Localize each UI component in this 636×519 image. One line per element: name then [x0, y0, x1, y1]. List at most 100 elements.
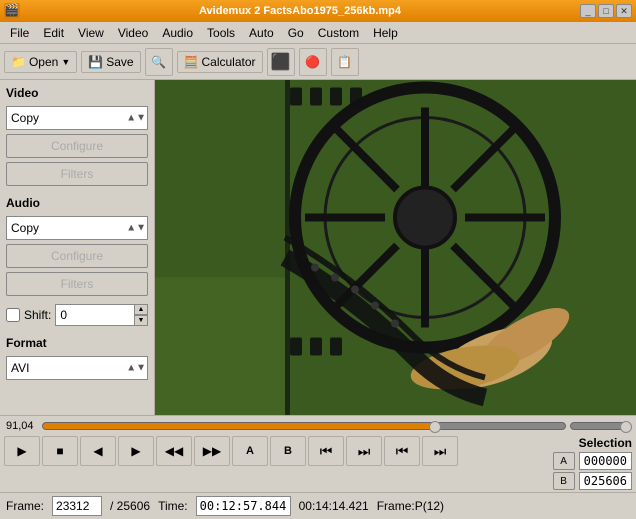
menu-tools[interactable]: Tools — [201, 24, 241, 42]
audio-filters-button[interactable]: Filters — [6, 272, 148, 296]
audio-section-label: Audio — [6, 196, 148, 210]
time-label: Time: — [158, 499, 188, 513]
zoom-icon: 🔍 — [151, 55, 166, 69]
menu-audio[interactable]: Audio — [156, 24, 199, 42]
video-codec-wrapper: Copy ▲▼ — [6, 106, 148, 130]
color-icon: 🔴 — [305, 55, 320, 69]
open-label: Open — [29, 55, 58, 69]
close-button[interactable]: ✕ — [616, 4, 632, 18]
toolbar: 📁 Open ▼ 💾 Save 🔍 🧮 Calculator ⬛ 🔴 📋 — [0, 44, 636, 80]
forward-button[interactable]: ▶▶ — [194, 436, 230, 466]
maximize-button[interactable]: □ — [598, 4, 614, 18]
audio-codec-wrapper: Copy ▲▼ — [6, 216, 148, 240]
menu-view[interactable]: View — [72, 24, 110, 42]
frame-input[interactable] — [52, 496, 102, 516]
folder-icon: 📁 — [11, 55, 26, 69]
menu-file[interactable]: File — [4, 24, 35, 42]
shift-spinner-buttons: ▲ ▼ — [134, 304, 148, 326]
menu-auto[interactable]: Auto — [243, 24, 280, 42]
selection-a-row: A 000000 — [553, 452, 632, 470]
stop-button[interactable]: ■ — [42, 436, 78, 466]
calculator-icon: 🧮 — [184, 55, 199, 69]
audio-configure-button[interactable]: Configure — [6, 244, 148, 268]
main-row: Video Copy ▲▼ Configure Filters Audio Co… — [0, 80, 636, 415]
seekbar-thumb[interactable] — [429, 421, 441, 433]
frame-label: Frame: — [6, 499, 44, 513]
minimize-button[interactable]: _ — [580, 4, 596, 18]
seekbar-track[interactable] — [42, 422, 566, 430]
current-time-input[interactable] — [196, 496, 291, 516]
window-controls: _ □ ✕ — [580, 4, 632, 18]
content-area: Video Copy ▲▼ Configure Filters Audio Co… — [0, 80, 636, 519]
calculator-label: Calculator — [202, 55, 256, 69]
display-button[interactable]: ⬛ — [267, 48, 295, 76]
playback-controls: ▶ ■ ◀ ▶ ◀◀ ▶▶ A B ⏮ ⏭ ⏮ ⏭ — [4, 436, 553, 466]
menu-video[interactable]: Video — [112, 24, 154, 42]
save-button[interactable]: 💾 Save — [81, 51, 140, 73]
menu-help[interactable]: Help — [367, 24, 404, 42]
prev-frame-button[interactable]: ◀ — [80, 436, 116, 466]
next-keyframe-button[interactable]: ⏭ — [422, 436, 458, 466]
format-section-label: Format — [6, 336, 148, 350]
selection-b-button[interactable]: B — [553, 472, 575, 490]
next-frame-button[interactable]: ▶ — [118, 436, 154, 466]
audio-codec-select[interactable]: Copy — [6, 216, 148, 240]
shift-checkbox[interactable] — [6, 308, 20, 322]
selection-b-row: B 025606 — [553, 472, 632, 490]
selection-title: Selection — [579, 436, 632, 450]
end-time: 00:14:14.421 — [299, 499, 369, 513]
save-icon: 💾 — [88, 55, 103, 69]
format-select[interactable]: AVI MP4 MKV — [6, 356, 148, 380]
selection-panel: Selection A 000000 B 025606 — [553, 436, 632, 490]
color-button[interactable]: 🔴 — [299, 48, 327, 76]
display-icon: ⬛ — [271, 52, 291, 72]
video-filters-button[interactable]: Filters — [6, 162, 148, 186]
video-codec-select[interactable]: Copy — [6, 106, 148, 130]
frame-type: Frame:P(12) — [377, 499, 444, 513]
mark-b-button[interactable]: B — [270, 436, 306, 466]
shift-spinner: 0 ▲ ▼ — [55, 304, 148, 326]
prev-keyframe-button[interactable]: ⏮ — [384, 436, 420, 466]
left-panel: Video Copy ▲▼ Configure Filters Audio Co… — [0, 80, 155, 415]
seekbar-row: 91,04 — [0, 416, 636, 434]
calculator-button[interactable]: 🧮 Calculator — [177, 51, 263, 73]
menu-edit[interactable]: Edit — [37, 24, 70, 42]
video-configure-button[interactable]: Configure — [6, 134, 148, 158]
video-section-label: Video — [6, 86, 148, 100]
menu-go[interactable]: Go — [282, 24, 310, 42]
zoom-button[interactable]: 🔍 — [145, 48, 173, 76]
selection-b-value: 025606 — [579, 472, 632, 490]
shift-row: Shift: 0 ▲ ▼ — [6, 304, 148, 326]
selection-a-value: 000000 — [579, 452, 632, 470]
titlebar: 🎬 Avidemux 2 FactsAbo1975_256kb.mp4 _ □ … — [0, 0, 636, 22]
bottom-controls: 91,04 ▶ ■ ◀ ▶ ◀◀ ▶▶ A — [0, 415, 636, 519]
play-button[interactable]: ▶ — [4, 436, 40, 466]
app-window: 🎬 Avidemux 2 FactsAbo1975_256kb.mp4 _ □ … — [0, 0, 636, 519]
app-icon: 🎬 — [4, 3, 20, 19]
open-dropdown-icon: ▼ — [61, 57, 70, 67]
format-wrapper: AVI MP4 MKV ▲▼ — [6, 356, 148, 380]
shift-label: Shift: — [24, 308, 51, 322]
extra-button[interactable]: 📋 — [331, 48, 359, 76]
seekbar-mini-track[interactable] — [570, 422, 630, 430]
video-preview — [155, 80, 636, 415]
go-end-button[interactable]: ⏭ — [346, 436, 382, 466]
save-label: Save — [106, 55, 133, 69]
total-frames: / 25606 — [110, 499, 150, 513]
video-frame-svg — [155, 80, 636, 415]
window-title: Avidemux 2 FactsAbo1975_256kb.mp4 — [20, 5, 580, 17]
seekbar-position-label: 91,04 — [6, 420, 38, 432]
statusbar: Frame: / 25606 Time: 00:14:14.421 Frame:… — [0, 492, 636, 519]
rewind-button[interactable]: ◀◀ — [156, 436, 192, 466]
seekbar-mini-thumb[interactable] — [620, 421, 632, 433]
shift-down-button[interactable]: ▼ — [134, 315, 148, 326]
go-start-button[interactable]: ⏮ — [308, 436, 344, 466]
mark-a-button[interactable]: A — [232, 436, 268, 466]
extra-icon: 📋 — [337, 55, 352, 69]
open-button[interactable]: 📁 Open ▼ — [4, 51, 77, 73]
controls-selection-row: ▶ ■ ◀ ▶ ◀◀ ▶▶ A B ⏮ ⏭ ⏮ ⏭ Selection — [0, 434, 636, 492]
menu-custom[interactable]: Custom — [312, 24, 365, 42]
menubar: File Edit View Video Audio Tools Auto Go… — [0, 22, 636, 44]
shift-up-button[interactable]: ▲ — [134, 304, 148, 315]
selection-a-button[interactable]: A — [553, 452, 575, 470]
